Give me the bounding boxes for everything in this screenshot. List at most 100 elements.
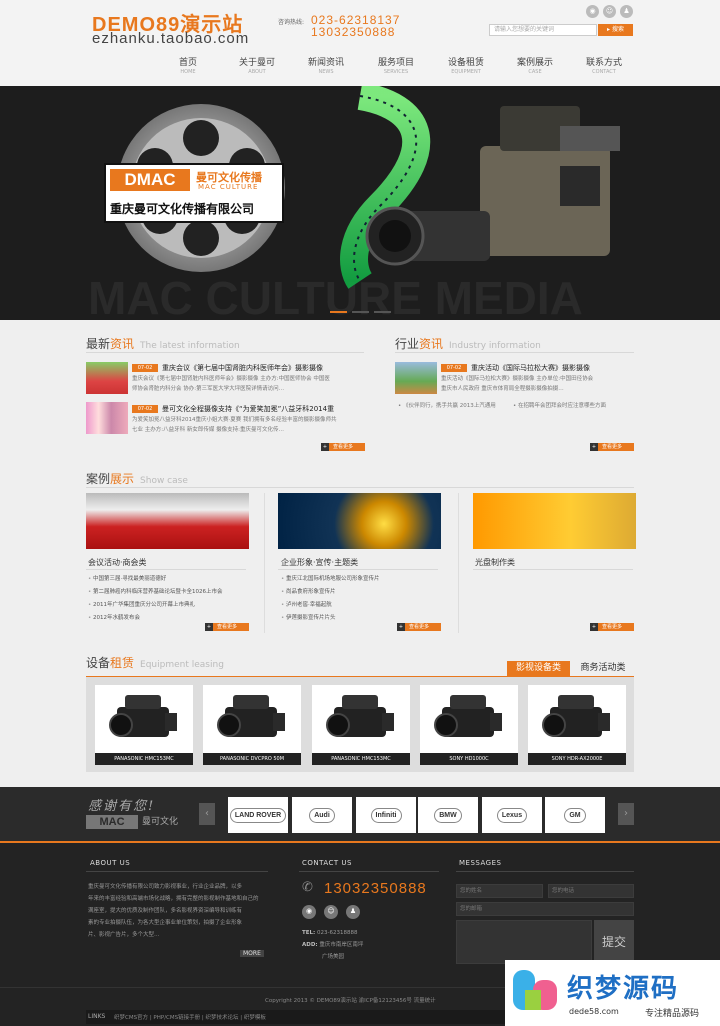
case-section-title: 案例展示 Show case <box>86 472 188 486</box>
news-desc-2a: 为爱笑加冕八益牙科2014重庆小姐大赛·夏赛 我们拥有多名经验丰富的摄影摄像师共 <box>132 417 337 423</box>
industry-title[interactable]: 重庆活动《国际马拉松大赛》摄影摄像 <box>471 363 590 373</box>
case-image-1[interactable] <box>86 493 249 549</box>
partner-logo[interactable]: GM <box>545 797 605 833</box>
case-more-2[interactable]: + 查看更多 <box>397 623 441 631</box>
case-item[interactable]: 2012年水鹤发布会 <box>88 613 140 621</box>
equipment-caption: PANASONIC DVCPRO 50M <box>203 753 301 765</box>
plus-icon: + <box>590 623 598 631</box>
nav-item-0[interactable]: 首页 HOME <box>158 55 218 75</box>
partner-logo[interactable]: LAND ROVER <box>228 797 288 833</box>
case-item[interactable]: 中国第三届·寻找最美丽道德好 <box>88 574 166 582</box>
friend-links[interactable]: 织梦CMS官方 | PHP/CMS链接手册 | 织梦技术论坛 | 织梦模板 <box>114 1013 266 1021</box>
partner-logo[interactable]: Audi <box>292 797 352 833</box>
contact-addr: ADD: 重庆市南岸区南坪 <box>302 942 364 948</box>
qq-icon[interactable]: ♟ <box>620 5 633 18</box>
industry-section-title: 行业资讯 Industry information <box>395 337 541 351</box>
industry-thumb[interactable] <box>395 362 437 394</box>
nav-label: 设备租赁 <box>447 58 484 68</box>
nav-item-4[interactable]: 设备租赁 EQUIPMENT <box>436 55 496 75</box>
slide-dot-2[interactable] <box>352 311 369 313</box>
case-more-3[interactable]: + 查看更多 <box>590 623 634 631</box>
case-item[interactable]: 重庆江北国际机场地服公司形象宣传片 <box>281 574 380 582</box>
equipment-section-title: 设备租赁 Equipment leasing <box>86 656 224 670</box>
site-watermark: 织梦源码 dede58.com 专注精品源码 <box>505 960 720 1026</box>
msg-email-input[interactable]: 您的邮箱 <box>456 902 634 916</box>
partner-logo[interactable]: Lexus <box>482 797 542 833</box>
case-title-3[interactable]: 光盘制作类 <box>475 557 515 568</box>
case-image-2[interactable] <box>278 493 441 549</box>
case-item[interactable]: 尚品食府形象宣传片 <box>281 587 336 595</box>
prev-arrow-icon[interactable]: ‹ <box>199 803 215 825</box>
partner-name: GM <box>564 807 586 823</box>
partner-name: Audi <box>309 807 335 823</box>
equipment-card[interactable]: PANASONIC DVCPRO 50M <box>203 685 301 765</box>
weibo-icon[interactable]: ◉ <box>302 905 316 919</box>
case-item[interactable]: 第二届肺癌内科临床营养基础论坛暨卡全1026上市会 <box>88 587 223 595</box>
about-line-2: 年来的丰富经验和高端市场化战略，拥有完整的影视制作基地和自己的 <box>88 896 259 902</box>
news-title-2[interactable]: 曼可文化全程摄像支持《“为爱笑加冕”八益牙科2014重 <box>162 404 334 414</box>
phone-icon: ✆ <box>302 880 313 895</box>
case-item[interactable]: 2011年广华集团重庆分公司开幕上市典礼 <box>88 600 195 608</box>
next-arrow-icon[interactable]: › <box>618 803 634 825</box>
equipment-card[interactable]: PANASONIC HMC153MC <box>95 685 193 765</box>
slide-dot-3[interactable] <box>374 311 391 313</box>
search-input[interactable]: 请输入您想要的关键词 <box>489 24 597 36</box>
msg-phone-input[interactable]: 您的电话 <box>548 884 634 898</box>
tencent-icon[interactable]: ☺ <box>324 905 338 919</box>
news-more-button[interactable]: + 查看更多 <box>321 443 365 451</box>
divider <box>395 352 634 353</box>
case-more-1[interactable]: + 查看更多 <box>205 623 249 631</box>
msg-textarea[interactable] <box>456 920 592 964</box>
msg-submit-button[interactable]: 提交 <box>594 920 634 964</box>
equipment-card[interactable]: SONY HDR-AX2000E <box>528 685 626 765</box>
news-thumb-1[interactable] <box>86 362 128 394</box>
search-button[interactable]: ▸ 搜索 <box>598 24 633 36</box>
search-icon: ▸ <box>607 26 611 33</box>
partner-logo[interactable]: BMW <box>418 797 478 833</box>
qq-icon[interactable]: ♟ <box>346 905 360 919</box>
divider <box>86 871 268 872</box>
nav-label: 联系方式 <box>585 58 622 68</box>
nav-sublabel: NEWS <box>318 69 334 75</box>
nav-item-6[interactable]: 联系方式 CONTACT <box>574 55 634 75</box>
case-title-1[interactable]: 会议活动·商会类 <box>88 557 147 568</box>
partner-name: BMW <box>434 807 462 823</box>
tencent-icon[interactable]: ☺ <box>603 5 616 18</box>
camera-image <box>326 695 394 737</box>
case-title-2[interactable]: 企业形象·宣传·主题类 <box>281 557 358 568</box>
banner-company: 重庆曼可文化传播有限公司 <box>110 202 255 216</box>
equipment-card[interactable]: SONY HD1000C <box>420 685 518 765</box>
industry-link-1[interactable]: • 《伙伴同行，携手共赢 2013上汽通用 <box>398 401 496 411</box>
news-title-1[interactable]: 重庆会议《第七届中国肾脏内科医师年会》摄影摄像 <box>162 363 323 373</box>
nav-item-2[interactable]: 新闻资讯 NEWS <box>296 55 356 75</box>
nav-sublabel: HOME <box>180 69 196 75</box>
case-item[interactable]: 伊莲摄影宣传片片头 <box>281 613 336 621</box>
tab-film-equipment[interactable]: 影视设备类 <box>507 661 570 676</box>
banner-logo-panel: DMAC 曼可文化传播 MAC CULTURE 重庆曼可文化传播有限公司 <box>104 163 284 223</box>
divider <box>456 871 634 872</box>
about-more-link[interactable]: MORE <box>240 950 264 957</box>
nav-label: 案例展示 <box>516 58 553 68</box>
equipment-card[interactable]: PANASONIC HMC153MC <box>312 685 410 765</box>
nav-item-1[interactable]: 关于曼可 ABOUT <box>227 55 287 75</box>
industry-more-button[interactable]: + 查看更多 <box>590 443 634 451</box>
nav-sublabel: SERVICES <box>383 69 409 75</box>
divider <box>278 569 438 570</box>
logo-subtitle: ezhanku.taobao.com <box>92 30 250 47</box>
msg-name-input[interactable]: 您的姓名 <box>456 884 543 898</box>
industry-link-2[interactable]: • 在招聘年会团拜会时应注意哪些方面 <box>513 401 606 411</box>
contact-phone: 13032350888 <box>324 880 427 897</box>
tab-business-activity[interactable]: 商务活动类 <box>572 661 634 676</box>
equipment-caption: PANASONIC HMC153MC <box>312 753 410 765</box>
phone-2: 13032350888 <box>311 25 396 39</box>
partner-logo[interactable]: Infiniti <box>356 797 416 833</box>
case-image-3[interactable] <box>473 493 636 549</box>
dede-logo-icon <box>511 966 559 1014</box>
nav-item-5[interactable]: 案例展示 CASE <box>505 55 565 75</box>
weibo-icon[interactable]: ◉ <box>586 5 599 18</box>
nav-item-3[interactable]: 服务项目 SERVICES <box>366 55 426 75</box>
news-thumb-2[interactable] <box>86 402 128 434</box>
case-item[interactable]: 泸州老窖·幸福起航 <box>281 600 332 608</box>
contact-addr-2: 广场美园 <box>322 954 345 960</box>
slide-dot-1[interactable] <box>330 311 347 313</box>
